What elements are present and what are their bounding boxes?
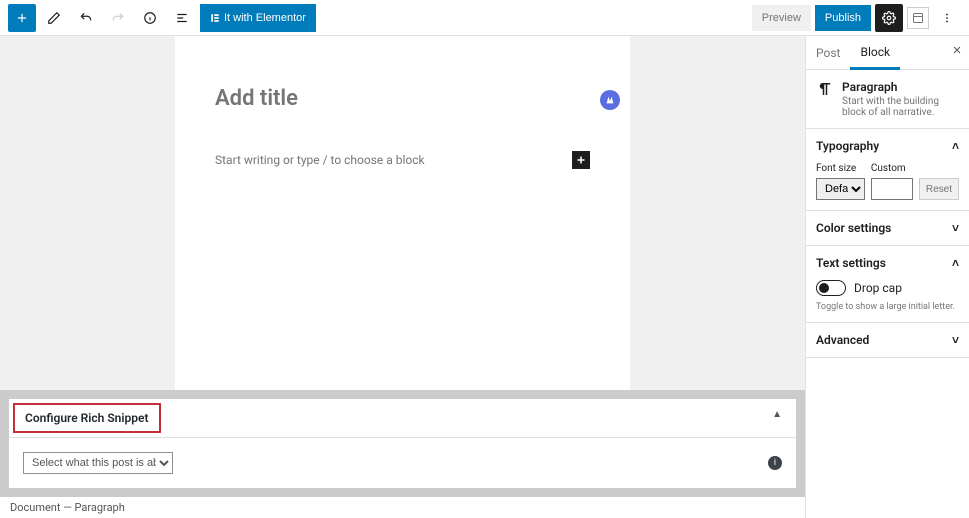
- toolbar-left: It with Elementor: [8, 4, 316, 32]
- rich-snippet-body: Select what this post is about i: [9, 437, 796, 488]
- block-name: Paragraph: [842, 80, 959, 94]
- sidebar-tabs: Post Block: [806, 36, 969, 70]
- chevron-up-icon[interactable]: ▲: [758, 399, 796, 430]
- color-settings-toggle[interactable]: Color settings ˅: [816, 221, 959, 235]
- toolbar-right: Preview Publish: [752, 4, 961, 32]
- custom-size-label: Custom: [871, 163, 913, 174]
- add-block-toggle[interactable]: [8, 4, 36, 32]
- tab-block[interactable]: Block: [850, 37, 900, 70]
- info-icon[interactable]: i: [768, 456, 782, 470]
- typography-panel: Typography ˄ Font size Default Custom: [806, 129, 969, 211]
- redo-icon: [111, 11, 125, 25]
- plugin-icon: [912, 12, 924, 24]
- breadcrumb-block: Paragraph: [75, 501, 125, 514]
- elementor-icon: [210, 13, 220, 23]
- outline-icon: [175, 11, 189, 25]
- inline-add-block-button[interactable]: [572, 151, 590, 169]
- dropcap-label: Drop cap: [854, 281, 902, 295]
- rich-snippet-title: Configure Rich Snippet: [13, 403, 161, 433]
- paragraph-block-icon: [816, 80, 834, 118]
- more-options-button[interactable]: [933, 4, 961, 32]
- close-sidebar-button[interactable]: [951, 44, 963, 56]
- block-description: Paragraph Start with the building block …: [806, 70, 969, 129]
- info-button[interactable]: [136, 4, 164, 32]
- snippet-type-select[interactable]: Select what this post is about: [23, 452, 173, 474]
- chevron-down-icon: ˅: [952, 333, 959, 347]
- plus-icon: [15, 11, 29, 25]
- advanced-toggle[interactable]: Advanced ˅: [816, 333, 959, 347]
- breadcrumb-document: Document: [10, 501, 60, 514]
- editor-top-toolbar: It with Elementor Preview Publish: [0, 0, 969, 36]
- settings-button[interactable]: [875, 4, 903, 32]
- color-settings-panel: Color settings ˅: [806, 211, 969, 246]
- chevron-up-icon: ˄: [952, 139, 959, 153]
- dropcap-help: Toggle to show a large initial letter.: [816, 302, 959, 312]
- text-settings-toggle[interactable]: Text settings ˄: [816, 256, 959, 270]
- text-settings-panel: Text settings ˄ Drop cap Toggle to show …: [806, 246, 969, 323]
- typography-toggle[interactable]: Typography ˄: [816, 139, 959, 153]
- info-icon: [143, 11, 157, 25]
- workspace: Add title Start writing or type / to cho…: [0, 36, 969, 518]
- dropcap-toggle[interactable]: [816, 280, 846, 296]
- yoast-badge-icon[interactable]: [600, 90, 620, 110]
- font-size-select[interactable]: Default: [816, 178, 865, 200]
- preview-button[interactable]: Preview: [752, 5, 811, 31]
- more-vertical-icon: [940, 11, 954, 25]
- paragraph-placeholder: Start writing or type / to choose a bloc…: [215, 153, 425, 167]
- edit-mode-button[interactable]: [40, 4, 68, 32]
- publish-button[interactable]: Publish: [815, 5, 871, 31]
- gear-icon: [882, 11, 896, 25]
- rich-snippet-panel: Configure Rich Snippet ▲ Select what thi…: [8, 398, 797, 489]
- edit-with-elementor-button[interactable]: It with Elementor: [200, 4, 316, 32]
- close-icon: [951, 44, 963, 56]
- font-size-label: Font size: [816, 163, 865, 174]
- custom-size-input[interactable]: [871, 178, 913, 200]
- outline-button[interactable]: [168, 4, 196, 32]
- undo-button[interactable]: [72, 4, 100, 32]
- paragraph-block[interactable]: Start writing or type / to choose a bloc…: [215, 151, 590, 169]
- undo-icon: [79, 11, 93, 25]
- settings-sidebar: Post Block Paragraph Start with the buil…: [805, 36, 969, 518]
- block-description-text: Start with the building block of all nar…: [842, 96, 959, 118]
- tab-post[interactable]: Post: [806, 36, 850, 69]
- editor-canvas: Add title Start writing or type / to cho…: [0, 36, 805, 390]
- block-breadcrumb[interactable]: Document — Paragraph: [0, 497, 805, 518]
- snippet-header-row[interactable]: Configure Rich Snippet ▲: [9, 399, 796, 437]
- editor-column: Add title Start writing or type / to cho…: [0, 36, 805, 518]
- plus-icon: [575, 154, 587, 166]
- chevron-up-icon: ˄: [952, 256, 959, 270]
- pencil-icon: [47, 11, 61, 25]
- reset-font-size-button[interactable]: Reset: [919, 178, 959, 200]
- elementor-label: It with Elementor: [224, 12, 306, 24]
- redo-button[interactable]: [104, 4, 132, 32]
- pinned-plugin-button[interactable]: [907, 7, 929, 29]
- post-title-input[interactable]: Add title: [215, 86, 590, 111]
- editor-content: Add title Start writing or type / to cho…: [175, 36, 630, 390]
- metabox-area: Configure Rich Snippet ▲ Select what thi…: [0, 390, 805, 497]
- advanced-panel: Advanced ˅: [806, 323, 969, 358]
- chevron-down-icon: ˅: [952, 221, 959, 235]
